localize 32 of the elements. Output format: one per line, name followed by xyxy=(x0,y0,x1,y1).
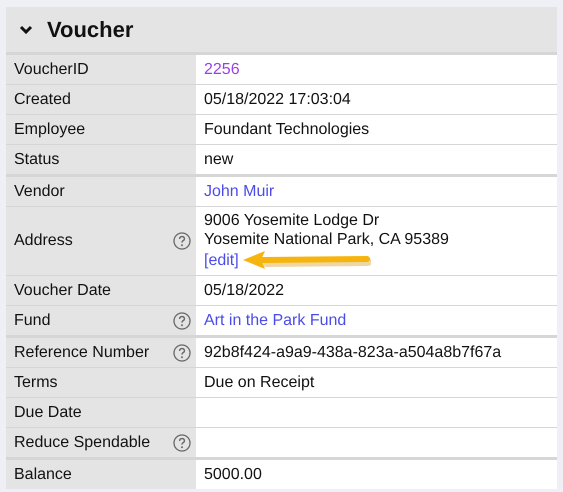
field-value: Foundant Technologies xyxy=(204,120,370,139)
edit-link[interactable]: [edit] xyxy=(204,250,239,270)
help-icon[interactable] xyxy=(173,312,191,330)
field-value: 92b8f424-a9a9-438a-823a-a504a8b7f67a xyxy=(204,343,502,362)
field-label: Balance xyxy=(14,466,72,484)
address-line: 9006 Yosemite Lodge Dr xyxy=(204,211,380,230)
help-icon[interactable] xyxy=(173,344,191,362)
field-label: Employee xyxy=(14,120,86,138)
value-link[interactable]: Art in the Park Fund xyxy=(204,311,549,330)
field-label: VoucherID xyxy=(14,60,89,78)
field-value: new xyxy=(204,150,234,169)
chevron-down-icon[interactable] xyxy=(19,24,33,34)
field-label: Address xyxy=(14,232,73,250)
field-value: 5000.00 xyxy=(204,465,263,484)
field-label: Created xyxy=(14,90,71,108)
help-icon[interactable] xyxy=(173,232,191,250)
field-label: Voucher Date xyxy=(14,282,111,300)
field-label: Vendor xyxy=(14,182,65,200)
value-link[interactable]: John Muir xyxy=(204,182,549,201)
panel-title: Voucher xyxy=(47,16,134,42)
field-label: Reduce Spendable xyxy=(14,434,150,452)
field-value: Due on Receipt xyxy=(204,373,316,392)
help-icon[interactable] xyxy=(173,434,191,452)
field-label: Terms xyxy=(14,374,58,392)
field-label: Fund xyxy=(14,312,50,330)
field-label: Due Date xyxy=(14,404,82,422)
address-line: Yosemite National Park, CA 95389 xyxy=(204,230,450,249)
value-link[interactable]: 2256 xyxy=(204,60,549,79)
field-value: 05/18/2022 xyxy=(204,281,286,300)
field-label: Reference Number xyxy=(14,344,150,362)
field-value: 05/18/2022 17:03:04 xyxy=(204,90,352,109)
field-label: Status xyxy=(14,150,60,168)
